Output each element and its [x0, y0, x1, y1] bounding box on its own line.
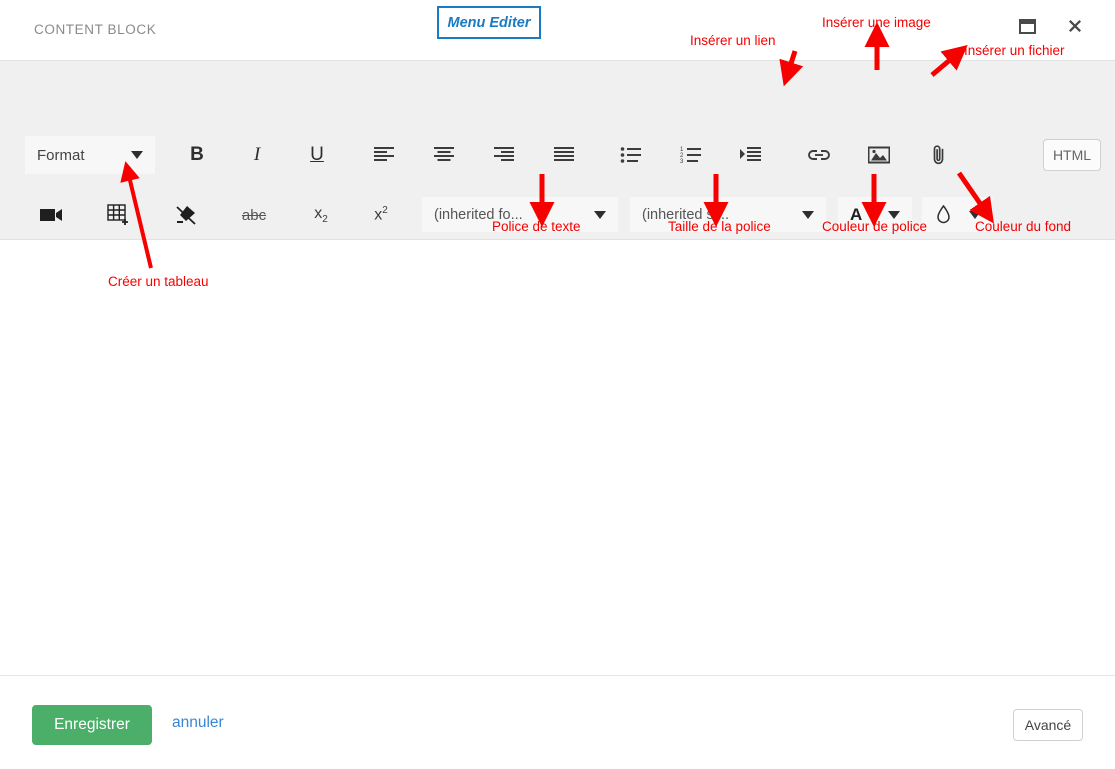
chevron-down-icon [131, 151, 143, 159]
remove-format-icon [174, 204, 198, 226]
superscript-button[interactable]: x2 [361, 195, 401, 235]
save-button[interactable]: Enregistrer [32, 705, 152, 745]
bullet-list-button[interactable] [611, 135, 651, 175]
menu-editer-label: Menu Editer [448, 15, 531, 31]
font-family-value: (inherited fo... [434, 207, 594, 223]
font-size-picker[interactable]: (inherited si... [630, 197, 826, 232]
bold-button[interactable]: B [179, 137, 215, 173]
format-dropdown[interactable]: Format [25, 136, 155, 174]
background-color-droplet-icon [936, 205, 951, 224]
chevron-down-icon [888, 211, 900, 219]
insert-video-button[interactable] [32, 195, 72, 235]
insert-video-icon [40, 207, 64, 223]
editor-content-area[interactable] [0, 240, 1115, 676]
close-icon [1065, 16, 1085, 36]
font-family-picker[interactable]: (inherited fo... [422, 197, 618, 232]
insert-table-button[interactable] [99, 195, 139, 235]
underline-label: U [310, 144, 324, 166]
strikethrough-label: abc [242, 207, 266, 224]
insert-image-button[interactable] [859, 135, 899, 175]
format-dropdown-value: Format [37, 147, 131, 164]
chevron-down-icon [594, 211, 606, 219]
dialog-footer: Enregistrer annuler Avancé [0, 677, 1115, 764]
insert-file-button[interactable] [919, 135, 959, 175]
numbered-list-icon: 1 2 3 [680, 146, 702, 164]
dialog-header: CONTENT BLOCK Menu Editer [0, 0, 1115, 60]
align-right-icon [493, 146, 515, 164]
align-right-button[interactable] [484, 135, 524, 175]
background-color-picker[interactable] [922, 197, 993, 232]
align-justify-button[interactable] [544, 135, 584, 175]
html-view-label: HTML [1053, 147, 1091, 163]
align-center-icon [433, 146, 455, 164]
align-left-button[interactable] [364, 135, 404, 175]
align-justify-icon [553, 146, 575, 164]
chevron-down-icon [802, 211, 814, 219]
align-left-icon [373, 146, 395, 164]
svg-text:3: 3 [680, 159, 684, 164]
html-view-button[interactable]: HTML [1043, 139, 1101, 171]
italic-button[interactable]: I [239, 137, 275, 173]
remove-format-button[interactable] [166, 195, 206, 235]
numbered-list-button[interactable]: 1 2 3 [671, 135, 711, 175]
restore-window-button[interactable] [1015, 14, 1039, 38]
italic-label: I [254, 144, 260, 166]
subscript-icon: x2 [314, 205, 328, 225]
chevron-down-icon [969, 211, 981, 219]
cancel-link[interactable]: annuler [172, 714, 224, 732]
bold-label: B [190, 144, 204, 166]
restore-window-icon [1019, 19, 1036, 34]
indent-icon [740, 146, 762, 164]
insert-table-icon [107, 204, 131, 226]
page-title: CONTENT BLOCK [34, 22, 156, 37]
strikethrough-button[interactable]: abc [234, 195, 274, 235]
insert-link-icon [807, 147, 831, 163]
font-size-value: (inherited si... [642, 207, 802, 223]
bullet-list-icon [620, 146, 642, 164]
insert-image-icon [868, 146, 890, 164]
superscript-icon: x2 [374, 205, 388, 224]
advanced-button[interactable]: Avancé [1013, 709, 1083, 741]
align-center-button[interactable] [424, 135, 464, 175]
menu-editer-badge: Menu Editer [437, 6, 541, 39]
underline-button[interactable]: U [299, 137, 335, 173]
indent-button[interactable] [731, 135, 771, 175]
insert-file-icon [931, 144, 947, 166]
font-color-picker[interactable]: A [838, 197, 912, 232]
editor-toolbar: Format B I U [0, 60, 1115, 240]
subscript-button[interactable]: x2 [301, 195, 341, 235]
font-color-icon: A [850, 205, 862, 225]
close-button[interactable] [1063, 14, 1087, 38]
insert-link-button[interactable] [799, 135, 839, 175]
